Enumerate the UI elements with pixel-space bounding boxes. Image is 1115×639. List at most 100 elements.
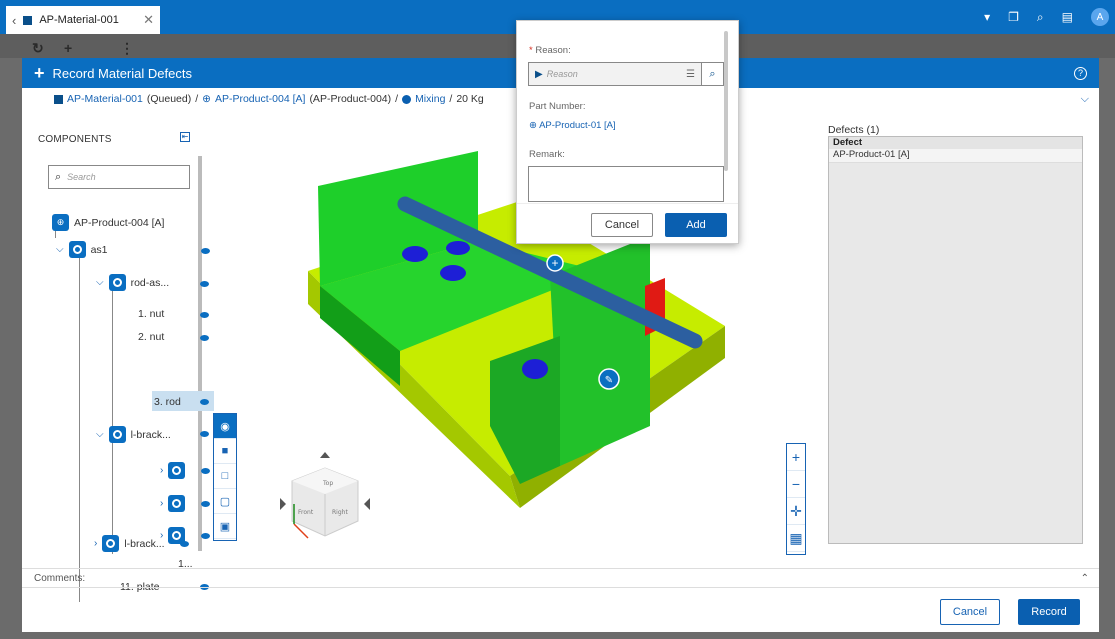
assembly-icon [68, 241, 86, 258]
tree-node-l-bracket[interactable]: ⌵ l-brack... [96, 426, 171, 443]
search-icon[interactable]: ⌕ [701, 63, 723, 85]
chevron-down-icon[interactable]: ⌵ [56, 244, 64, 255]
required-mark: * [529, 45, 533, 56]
breadcrumb-separator: / [395, 93, 399, 105]
tree-node-rod[interactable]: 3. rod [154, 396, 181, 408]
reason-label: * Reason: [529, 45, 571, 56]
visibility-icon[interactable] [200, 335, 209, 341]
view-cube-right-label: Right [332, 509, 348, 516]
pan-button[interactable]: ✛ [787, 498, 805, 525]
material-icon [54, 94, 63, 104]
popover-scrollbar[interactable] [724, 31, 728, 171]
record-button[interactable]: Record [1018, 599, 1080, 625]
visibility-icon[interactable] [200, 431, 209, 437]
zoom-toolbar: + − ✛ ▦ [786, 443, 806, 555]
operation-icon [402, 94, 412, 104]
chevron-right-icon[interactable]: › [160, 465, 163, 476]
tree-node-label: 1. nut [138, 308, 165, 320]
tree-node-sub-2[interactable]: › [160, 495, 186, 512]
dropdown-icon[interactable]: ▾ [984, 10, 990, 24]
document-tab[interactable]: ‹ AP-Material-001 ✕ [6, 6, 160, 34]
flag-icon: ▶ [535, 68, 543, 80]
scan-icon[interactable]: ❐ [1008, 10, 1019, 24]
visibility-icon[interactable] [200, 281, 209, 287]
search-icon[interactable]: ⌕ [1037, 10, 1044, 25]
rotate-left-icon[interactable] [280, 498, 286, 510]
comments-section[interactable]: Comments: ⌃ [22, 568, 1099, 588]
visibility-icon[interactable] [201, 501, 210, 507]
cancel-button[interactable]: Cancel [940, 599, 1000, 625]
breadcrumb-product-id: (AP-Product-004) [309, 93, 392, 105]
tree-node-label: l-brack... [124, 537, 165, 550]
plus-icon: + [551, 256, 558, 270]
scrollbar-thumb[interactable] [198, 156, 202, 551]
dialog-title: Record Material Defects [52, 65, 192, 81]
washer [440, 265, 466, 281]
visibility-icon[interactable] [201, 468, 210, 474]
zoom-in-button[interactable]: + [787, 444, 805, 471]
popover-add-button[interactable]: Add [665, 213, 727, 237]
visibility-icon[interactable] [200, 399, 209, 405]
chat-icon[interactable]: ▤ [1062, 10, 1073, 24]
table-row[interactable]: AP-Product-01 [A] [829, 149, 1082, 163]
rotate-right-icon[interactable] [364, 498, 370, 510]
reason-popover: * Reason: ▶ Reason ☰ ⌕ Part Number: ⊕ AP… [516, 20, 739, 244]
tree-node-root[interactable]: ⊕ AP-Product-004 [A] [52, 214, 164, 231]
breadcrumb-product[interactable]: AP-Product-004 [A] [215, 93, 305, 105]
chevron-up-icon[interactable]: ⌃ [1081, 573, 1089, 584]
breadcrumb-operation[interactable]: Mixing [415, 93, 445, 105]
front-view-button[interactable]: ■ [214, 439, 236, 464]
tree-node-label: 2. nut [138, 331, 165, 343]
visibility-icon[interactable] [180, 541, 189, 547]
pencil-icon: ✎ [605, 375, 613, 386]
defects-column-header: Defect [829, 137, 1082, 149]
defects-title: Defects (1) [828, 124, 880, 136]
remark-textarea[interactable] [528, 166, 724, 202]
close-icon[interactable]: ✕ [143, 12, 154, 28]
search-input[interactable]: ⌕ Search [48, 165, 190, 189]
part-number-link[interactable]: ⊕ AP-Product-01 [A] [529, 120, 616, 131]
tree-node-l-bracket-2[interactable]: › l-brack... [94, 535, 165, 552]
chevron-down-icon[interactable]: ⌵ [96, 277, 104, 288]
tree-node-sub-1[interactable]: › [160, 462, 186, 479]
search-placeholder: Search [67, 172, 96, 182]
filter-icon[interactable]: ☰ [686, 69, 695, 80]
view-toolbar: ◉ ■ □ ▢ ▣ [213, 413, 237, 541]
tree-node-label: as1 [90, 243, 108, 256]
visibility-icon[interactable] [201, 533, 210, 539]
chevron-right-icon[interactable]: › [94, 538, 97, 549]
rotate-up-icon[interactable] [320, 452, 330, 458]
breadcrumb-material[interactable]: AP-Material-001 [67, 93, 143, 105]
part-number-label: Part Number: [529, 101, 586, 112]
3d-view-button[interactable]: ▣ [214, 514, 236, 539]
tree-node-rod-assembly[interactable]: ⌵ rod-as... [96, 274, 169, 291]
orbit-tool[interactable]: ◉ [214, 414, 236, 439]
iso-view-button[interactable]: □ [214, 464, 236, 489]
zoom-out-button[interactable]: − [787, 471, 805, 498]
visibility-icon[interactable] [200, 312, 209, 318]
avatar[interactable]: A [1091, 8, 1109, 26]
chevron-down-icon[interactable]: ⌵ [1081, 93, 1089, 106]
chevron-down-icon[interactable]: ⌵ [96, 429, 104, 440]
product-icon: ⊕ [52, 214, 69, 231]
tree-node-nut-2[interactable]: 2. nut [138, 331, 164, 343]
fit-view-button[interactable]: ▦ [787, 525, 805, 552]
assembly-icon [168, 495, 186, 512]
tree-connector [79, 252, 80, 602]
comments-label: Comments: [34, 572, 86, 584]
side-view-button[interactable]: ▢ [214, 489, 236, 514]
visibility-icon[interactable] [201, 248, 210, 254]
tree-node-nut-1[interactable]: 1. nut [138, 308, 164, 320]
chevron-left-icon[interactable]: ‹ [12, 13, 16, 28]
tree-node-as1[interactable]: ⌵ as1 [56, 241, 108, 258]
tree-node-label: rod-as... [130, 276, 170, 289]
breadcrumb-status: (Queued) [146, 93, 192, 105]
help-icon[interactable]: ? [1074, 66, 1087, 80]
breadcrumb-separator: / [449, 93, 453, 105]
collapse-panel-icon[interactable]: ⇤ [180, 132, 190, 142]
chevron-right-icon[interactable]: › [160, 498, 163, 509]
popover-cancel-button[interactable]: Cancel [591, 213, 653, 237]
reason-input[interactable]: ▶ Reason ☰ ⌕ [528, 62, 724, 86]
washer [446, 241, 470, 255]
tab-title: AP-Material-001 [39, 14, 119, 26]
